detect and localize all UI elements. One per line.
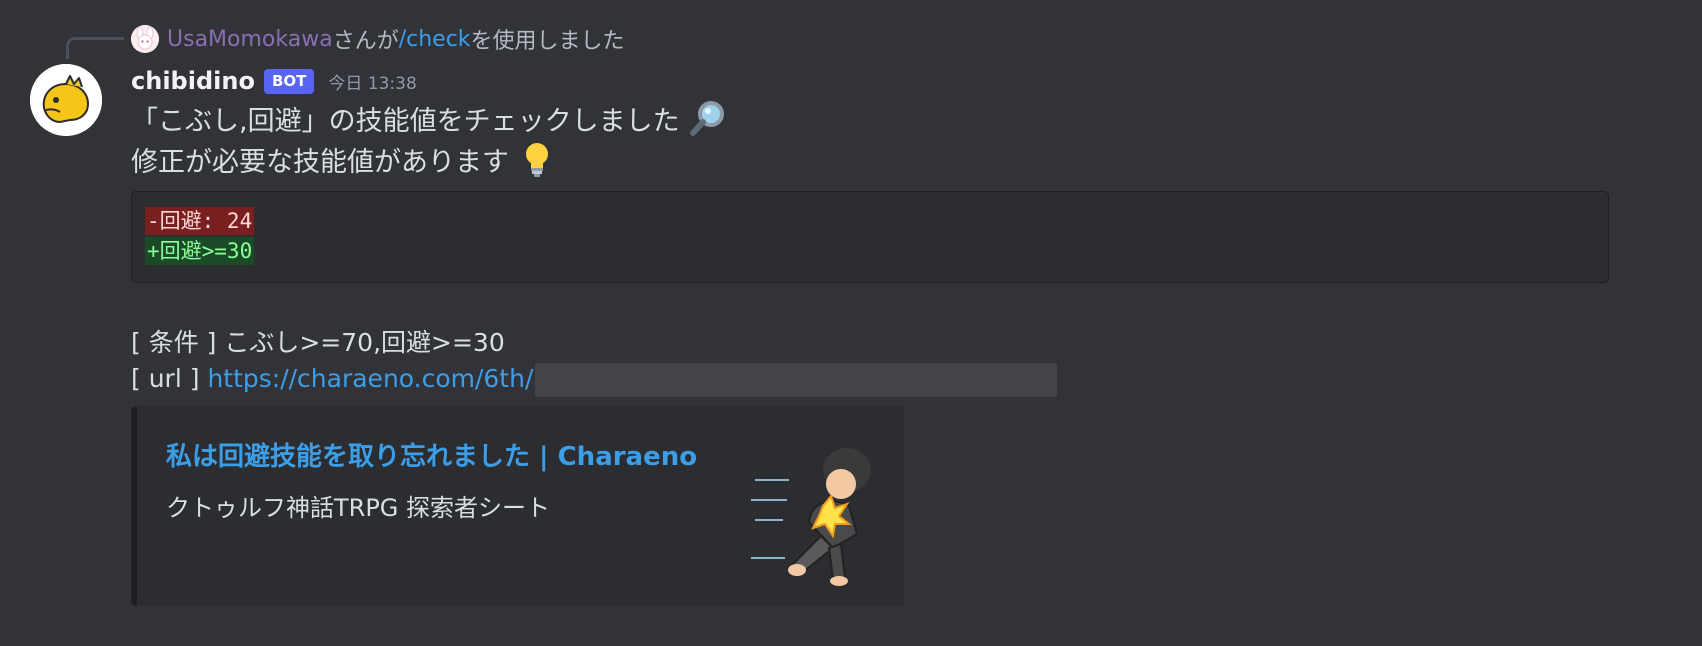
message-timestamp[interactable]: 今日 13:38 <box>328 69 416 94</box>
redacted-url-segment <box>535 363 1058 397</box>
diff-added-line: +回避>=30 <box>145 237 255 265</box>
command-name[interactable]: /check <box>399 27 471 52</box>
url-label: [ url ] <box>131 364 200 393</box>
command-context: UsaMomokawa さんが/check を使用しました <box>131 24 625 54</box>
reply-spine <box>66 37 124 59</box>
diff-removed-line: -回避: 24 <box>145 207 255 235</box>
message: UsaMomokawa さんが/check を使用しました chibidino BO… <box>0 0 1702 646</box>
link-embed: 私は回避技能を取り忘れました | Charaeno クトゥルフ神話TRPG 探索… <box>131 406 904 606</box>
magnifying-glass-icon <box>689 101 724 136</box>
url-link[interactable]: https://charaeno.com/6th/ <box>207 364 533 393</box>
diff-code-block: -回避: 24 +回避>=30 <box>131 191 1609 283</box>
conditions-label: [ 条件 ] <box>131 328 217 357</box>
command-text: さんが <box>332 29 399 54</box>
command-text-end: を使用しました <box>470 29 625 54</box>
embed-thumbnail[interactable] <box>749 436 889 586</box>
message-line-1: 「こぶし,回避」の技能値をチェックしました <box>131 98 728 138</box>
message-line-1-text: 「こぶし,回避」の技能値をチェックしました <box>131 105 680 137</box>
bot-avatar[interactable] <box>30 64 102 136</box>
command-username[interactable]: UsaMomokawa <box>167 27 333 52</box>
conditions-value: こぶし>=70,回避>=30 <box>224 328 505 357</box>
conditions-line: [ 条件 ] こぶし>=70,回避>=30 <box>131 323 505 359</box>
command-user-avatar[interactable] <box>131 25 159 53</box>
bot-username[interactable]: chibidino <box>131 67 255 95</box>
message-line-2-text: 修正が必要な技能値があります <box>131 146 509 178</box>
bot-tag: BOT <box>263 68 315 94</box>
light-bulb-icon <box>526 143 548 177</box>
message-header: chibidino BOT 今日 13:38 <box>131 64 417 98</box>
embed-description: クトゥルフ神話TRPG 探索者シート <box>166 494 551 522</box>
embed-title[interactable]: 私は回避技能を取り忘れました | Charaeno <box>166 436 697 473</box>
message-line-2: 修正が必要な技能値があります <box>131 138 557 180</box>
url-line: [ url ] https://charaeno.com/6th/ <box>131 363 1058 397</box>
